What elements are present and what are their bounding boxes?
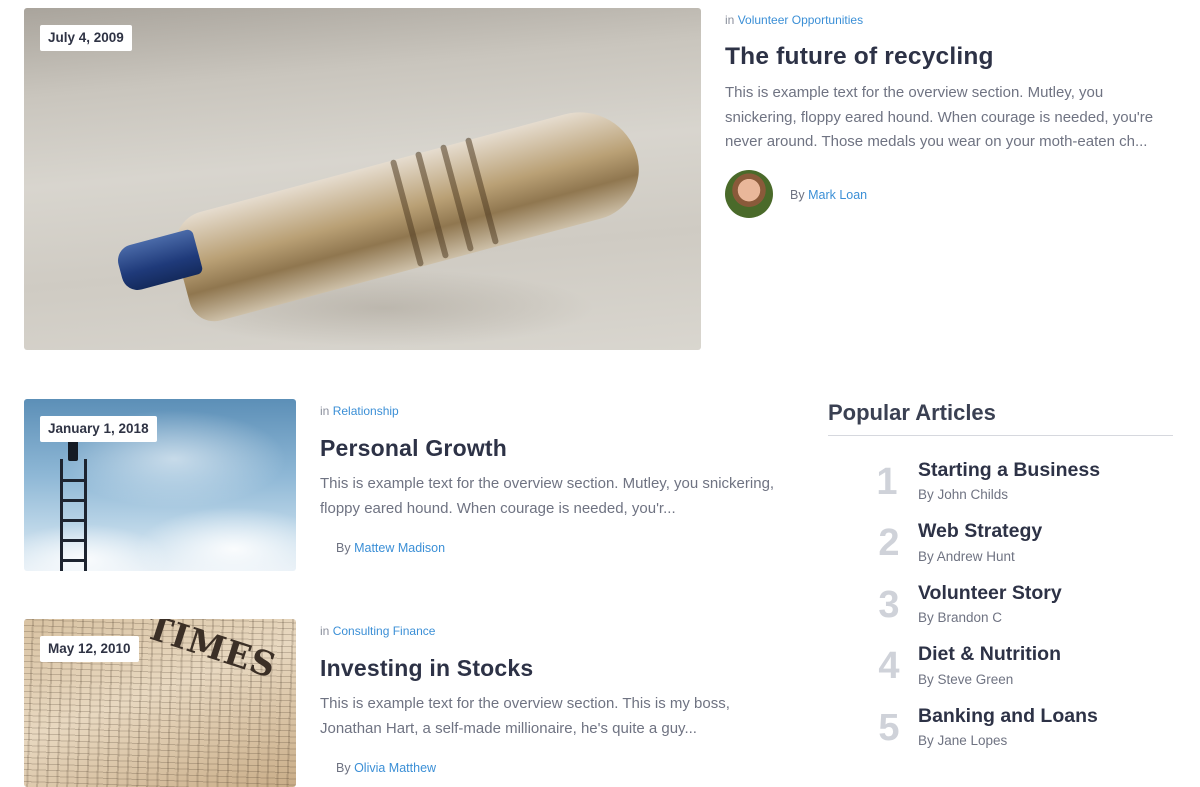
popular-rank-number: 5 — [878, 707, 900, 749]
date-badge: May 12, 2010 — [40, 636, 139, 662]
popular-article-title-link[interactable]: Banking and Loans — [918, 705, 1098, 728]
article-excerpt: This is example text for the overview se… — [320, 695, 730, 737]
category-line: in Consulting Finance — [320, 624, 435, 638]
byline: By Mattew Madison — [336, 541, 445, 555]
popular-article-author: By John Childs — [918, 487, 1009, 502]
author-link[interactable]: Olivia Matthew — [354, 761, 436, 775]
featured-image-plastic-bottle[interactable] — [24, 8, 701, 350]
byline: By Mark Loan — [790, 188, 867, 202]
article-excerpt: This is example text for the overview se… — [320, 475, 775, 517]
article-title-link[interactable]: Personal Growth — [320, 435, 507, 462]
date-badge: January 1, 2018 — [40, 416, 157, 442]
category-prefix: in — [725, 13, 735, 27]
popular-rank-number: 2 — [878, 522, 900, 564]
popular-article-title-link[interactable]: Starting a Business — [918, 459, 1100, 482]
popular-articles-heading: Popular Articles — [828, 400, 996, 425]
category-line: in Relationship — [320, 404, 399, 418]
ladder-rung — [61, 539, 87, 542]
article-title-link[interactable]: Investing in Stocks — [320, 655, 533, 682]
byline: By Olivia Matthew — [336, 761, 436, 775]
newspaper-masthead: TIMES — [141, 619, 282, 687]
popular-article-author: By Andrew Hunt — [918, 549, 1015, 564]
category-prefix: in — [320, 624, 330, 638]
category-line: in Volunteer Opportunities — [725, 13, 863, 27]
author-link[interactable]: Mattew Madison — [354, 541, 445, 555]
ladder-rung — [61, 499, 87, 502]
ladder-rung — [61, 519, 87, 522]
popular-article-title-link[interactable]: Web Strategy — [918, 520, 1042, 543]
byline-prefix: By — [336, 541, 351, 555]
popular-article-author: By Jane Lopes — [918, 733, 1008, 748]
article-excerpt: This is example text for the overview se… — [725, 84, 1154, 150]
popular-rank-number: 1 — [876, 461, 898, 503]
category-link[interactable]: Relationship — [333, 404, 399, 418]
ladder-rail — [60, 459, 63, 571]
byline-prefix: By — [790, 188, 805, 202]
popular-article-title-link[interactable]: Volunteer Story — [918, 582, 1062, 605]
date-badge: July 4, 2009 — [40, 25, 132, 51]
byline-prefix: By — [336, 761, 351, 775]
ladder-rung — [61, 559, 87, 562]
ladder-rung — [61, 479, 87, 482]
popular-article-author: By Brandon C — [918, 610, 1003, 625]
popular-article-author: By Steve Green — [918, 672, 1014, 687]
category-prefix: in — [320, 404, 330, 418]
ladder-rail — [84, 459, 87, 571]
popular-rank-number: 3 — [878, 584, 900, 626]
article-title-link[interactable]: The future of recycling — [725, 43, 994, 71]
popular-article-title-link[interactable]: Diet & Nutrition — [918, 643, 1061, 666]
popular-rank-number: 4 — [878, 645, 900, 687]
section-divider — [828, 435, 1173, 436]
author-link[interactable]: Mark Loan — [808, 188, 867, 202]
category-link[interactable]: Consulting Finance — [333, 624, 436, 638]
author-avatar[interactable] — [725, 170, 773, 218]
category-link[interactable]: Volunteer Opportunities — [738, 13, 863, 27]
